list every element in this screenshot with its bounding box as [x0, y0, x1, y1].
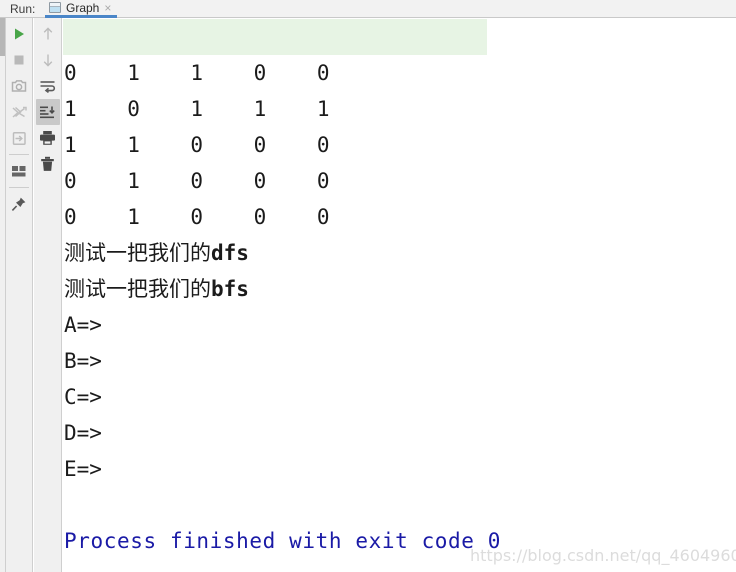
console-bfs-line: 测试一把我们的bfs	[63, 271, 736, 307]
play-icon	[15, 28, 24, 40]
rerun-button[interactable]	[7, 21, 31, 47]
console-bfs-suffix: bfs	[211, 277, 249, 301]
console-traversal-line: A=>	[64, 313, 102, 337]
tab-graph-label: Graph	[66, 0, 100, 15]
run-tool-window-tabstrip: Run: Graph ×	[0, 0, 736, 18]
command-line-highlight	[63, 19, 487, 55]
run-config-icon	[49, 2, 61, 13]
console-matrix-row: 0 1 0 0 0	[64, 205, 330, 229]
vertical-scrollbar-thumb[interactable]	[0, 18, 5, 56]
thread-dump-icon	[12, 106, 27, 118]
console-traversal-line: E=>	[64, 457, 102, 481]
screenshot-button[interactable]	[7, 73, 31, 99]
trash-icon	[41, 156, 54, 171]
stop-button[interactable]	[7, 47, 31, 73]
previous-occurrence-button[interactable]	[36, 21, 60, 47]
pin-tab-button[interactable]	[7, 191, 31, 217]
console-matrix-row: 1 1 0 0 0	[64, 133, 330, 157]
camera-icon	[11, 79, 26, 92]
console-dfs-line: 测试一把我们的dfs	[63, 235, 736, 271]
clear-all-button[interactable]	[36, 151, 60, 177]
layout-icon	[12, 165, 26, 176]
arrow-up-icon	[43, 27, 52, 40]
toolbar-separator	[9, 154, 29, 155]
threaddump-button[interactable]	[7, 99, 31, 125]
console-traversal-line: D=>	[64, 421, 102, 445]
console-matrix-row: 0 1 0 0 0	[64, 169, 330, 193]
console-dfs-label: 测试一把我们的	[64, 241, 211, 265]
console-bfs-label: 测试一把我们的	[64, 277, 211, 301]
scroll-to-end-icon	[40, 106, 55, 119]
console-exit-status-line: Process finished with exit code 0	[64, 529, 502, 553]
next-occurrence-button[interactable]	[36, 47, 60, 73]
console-traversal-line: B=>	[64, 349, 102, 373]
run-toolbar-secondary	[34, 18, 62, 572]
toolbar-separator	[9, 187, 29, 188]
console-matrix-row: 1 0 1 1 1	[64, 97, 330, 121]
pin-icon	[11, 197, 26, 211]
run-tool-window-label: Run:	[10, 2, 36, 16]
scroll-to-end-button[interactable]	[35, 99, 60, 125]
layout-button[interactable]	[7, 158, 31, 184]
soft-wrap-icon	[40, 81, 56, 93]
export-icon	[12, 131, 26, 145]
run-toolbar-primary	[6, 18, 33, 572]
export-button[interactable]	[7, 125, 31, 151]
close-icon[interactable]: ×	[104, 2, 111, 14]
print-button[interactable]	[36, 125, 60, 151]
console-output[interactable]: D:\code\Java\bin\java.exe ... 0 1 1 0 0 …	[63, 19, 736, 572]
console-traversal-line: C=>	[64, 385, 102, 409]
console-matrix-row: 0 1 1 0 0	[64, 61, 330, 85]
printer-icon	[40, 131, 55, 145]
soft-wrap-button[interactable]	[36, 73, 60, 99]
tab-graph[interactable]: Graph ×	[45, 0, 118, 18]
arrow-down-icon	[43, 54, 52, 67]
stop-icon	[14, 55, 24, 65]
console-dfs-suffix: dfs	[211, 241, 249, 265]
